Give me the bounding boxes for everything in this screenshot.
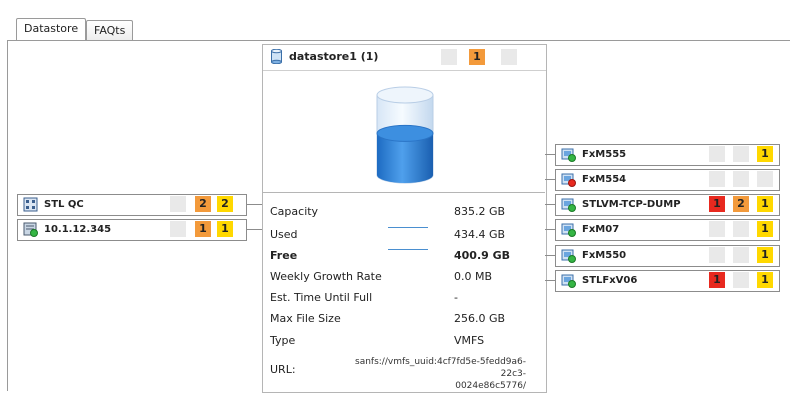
vm-on-icon [561,249,576,263]
vm-on-icon [561,198,576,212]
node-label: STLFxV06 [582,275,638,286]
alarm-badge[interactable]: 1 [757,146,773,162]
datastore-alarm-badge-3[interactable] [501,49,517,65]
alarm-badge[interactable] [709,146,725,162]
url-label: URL: [270,363,296,376]
datastore-icon [271,49,282,64]
alarm-badge[interactable]: 2 [733,196,749,212]
alarm-badge[interactable] [709,247,725,263]
vm-on-icon [561,274,576,288]
alarm-badge[interactable] [733,272,749,288]
panel-header-divider [263,70,546,71]
url-value: sanfs://vmfs_uuid:4cf7fd5e-5fedd9a6-22c3… [330,356,526,392]
vm-on-icon [561,148,576,162]
free-legend-line [388,249,428,250]
node-host-10-1-12-345[interactable]: 10.1.12.345 1 1 [17,219,247,241]
max-file-size-value: 256.0 GB [454,312,506,325]
connector-line [545,229,555,230]
connector-line [545,280,555,281]
node-label: STL QC [44,199,84,210]
tab-datastore[interactable]: Datastore [16,18,87,41]
datastore-usage-cylinder [376,86,434,184]
node-vm-fxm07[interactable]: FxM07 1 [555,219,780,241]
node-label: FxM550 [582,250,627,261]
alarm-badge[interactable]: 1 [757,247,773,263]
tab-bar: Datastore FAQts [0,0,790,41]
free-value: 400.9 GB [454,249,511,262]
node-vm-stlfxv06[interactable]: STLFxV06 1 1 [555,270,780,292]
url-line-1: sanfs://vmfs_uuid:4cf7fd5e-5fedd9a6-22c3… [355,357,526,379]
node-label: FxM07 [582,224,620,235]
alarm-badge[interactable]: 1 [757,272,773,288]
alarm-badge[interactable]: 1 [757,196,773,212]
tab-faqts[interactable]: FAQts [86,20,134,41]
alarm-badge[interactable]: 1 [709,272,725,288]
vm-on-icon [561,223,576,237]
node-vm-fxm555[interactable]: FxM555 1 [555,144,780,166]
used-value: 434.4 GB [454,228,506,241]
alarm-badge[interactable]: 2 [195,196,211,212]
url-line-2: 0024e86c5776/ [455,381,526,391]
connector-line [246,204,262,205]
alarm-badge[interactable]: 1 [217,221,233,237]
alarm-badge[interactable] [733,171,749,187]
host-icon [23,222,38,237]
alarm-badge[interactable] [170,196,186,212]
node-vm-fxm554[interactable]: FxM554 [555,169,780,191]
alarm-badge[interactable] [709,171,725,187]
datastore-title[interactable]: datastore1 (1) [289,50,378,63]
alarm-badge[interactable]: 1 [709,196,725,212]
node-label: 10.1.12.345 [44,224,112,235]
time-until-full-value: - [454,291,458,304]
used-label: Used [270,228,298,241]
node-vm-fxm550[interactable]: FxM550 1 [555,245,780,267]
node-label: FxM555 [582,149,627,160]
type-label: Type [270,334,296,347]
connector-line [545,204,555,205]
capacity-value: 835.2 GB [454,205,506,218]
alarm-badge[interactable] [733,221,749,237]
node-label: STLVM-TCP-DUMP [582,199,681,210]
node-cluster-stl-qc[interactable]: STL QC 2 2 [17,194,247,216]
datastore-alarm-badge-1[interactable] [441,49,457,65]
used-legend-line [388,227,428,228]
alarm-badge[interactable]: 1 [757,221,773,237]
connector-line [545,179,555,180]
connector-line [545,255,555,256]
alarm-badge[interactable] [757,171,773,187]
alarm-badge[interactable]: 2 [217,196,233,212]
datastore-details: Capacity 835.2 GB Used 434.4 GB Free 400… [262,192,545,392]
alarm-badge[interactable] [170,221,186,237]
datastore-alarm-badge-2[interactable]: 1 [469,49,485,65]
vm-off-icon [561,173,576,187]
alarm-badge[interactable] [709,221,725,237]
cluster-icon [23,197,38,212]
node-vm-stlvm-tcp-dump[interactable]: STLVM-TCP-DUMP 1 2 1 [555,194,780,216]
free-label: Free [270,249,298,262]
connector-line [246,229,262,230]
time-until-full-label: Est. Time Until Full [270,291,373,304]
connector-line [545,154,555,155]
growth-value: 0.0 MB [454,270,493,283]
node-label: FxM554 [582,174,627,185]
alarm-badge[interactable] [733,247,749,263]
max-file-size-label: Max File Size [270,312,341,325]
alarm-badge[interactable] [733,146,749,162]
growth-label: Weekly Growth Rate [270,270,382,283]
capacity-label: Capacity [270,205,319,218]
type-value: VMFS [454,334,485,347]
alarm-badge[interactable]: 1 [195,221,211,237]
